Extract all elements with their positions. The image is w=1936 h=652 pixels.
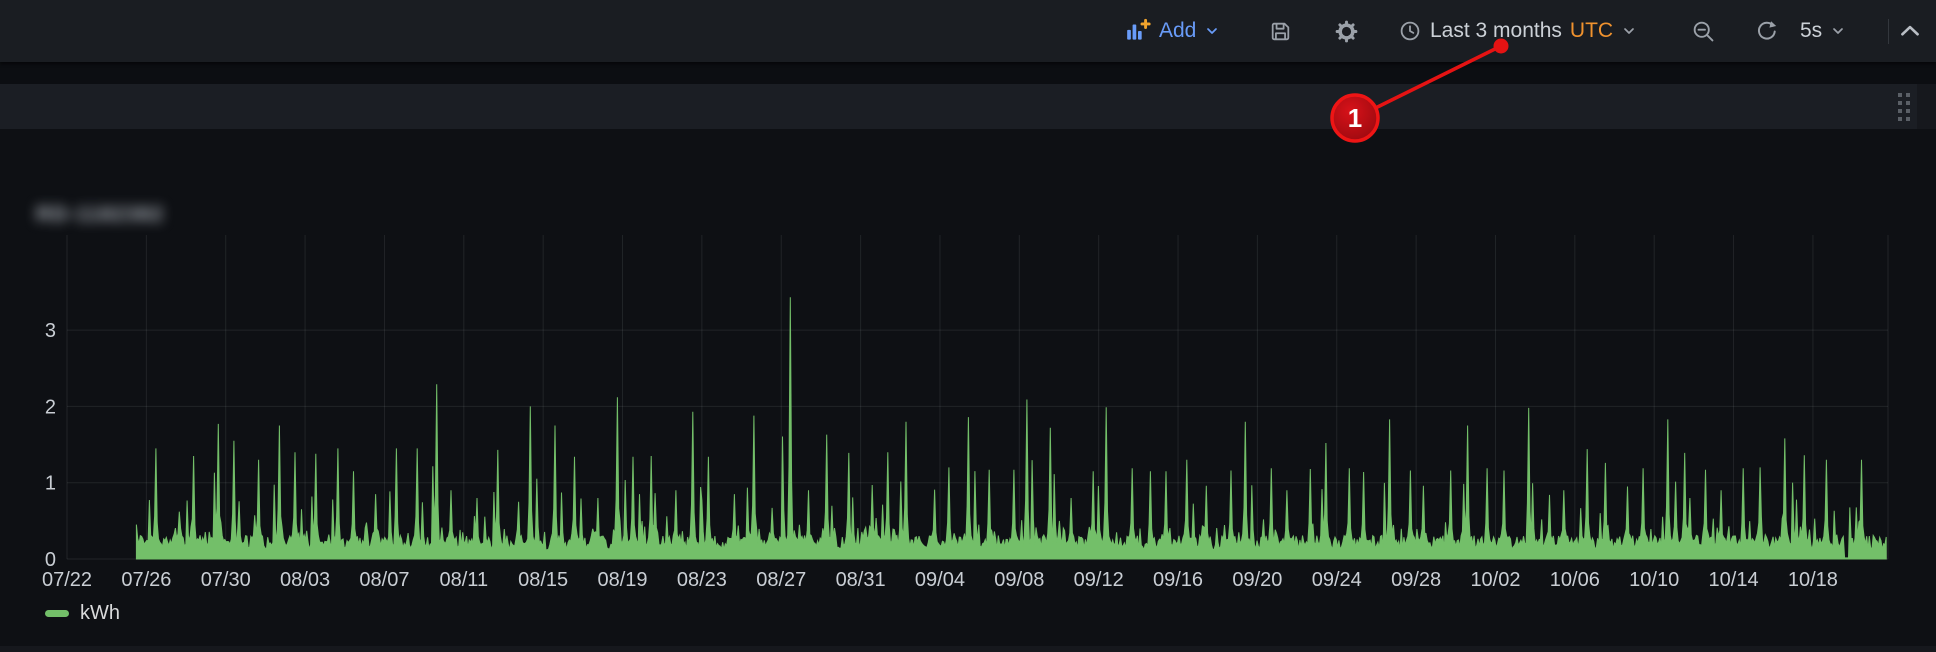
x-tick-label: 08/19 (597, 569, 647, 591)
y-tick-label: 1 (45, 473, 56, 495)
x-tick-label: 08/03 (280, 569, 330, 591)
x-tick-label: 08/15 (518, 569, 568, 591)
x-tick-label: 10/02 (1470, 569, 1520, 591)
x-tick-label: 08/07 (359, 569, 409, 591)
x-tick-label: 10/10 (1629, 569, 1679, 591)
x-tick-label: 07/26 (121, 569, 171, 591)
series-color-swatch-icon (45, 610, 69, 617)
x-tick-label: 07/22 (42, 569, 92, 591)
x-tick-label: 08/11 (440, 569, 489, 591)
x-tick-label: 08/27 (756, 569, 806, 591)
y-tick-label: 2 (45, 396, 56, 418)
x-tick-label: 09/08 (994, 569, 1044, 591)
legend-item-kwh[interactable]: kWh (45, 602, 120, 625)
x-tick-label: 07/30 (201, 569, 251, 591)
x-tick-label: 09/20 (1232, 569, 1282, 591)
x-tick-label: 09/24 (1312, 569, 1362, 591)
x-tick-label: 08/23 (677, 569, 727, 591)
energy-usage-chart[interactable]: 0 1 2 3 07/22 07/26 07/30 08/03 08/07 08/11 08/15 0… (0, 0, 1936, 652)
legend-label: kWh (80, 602, 120, 625)
x-tick-label: 09/12 (1074, 569, 1124, 591)
y-tick-label: 0 (45, 549, 56, 571)
y-tick-label: 3 (45, 320, 56, 342)
x-tick-label: 10/06 (1550, 569, 1600, 591)
x-tick-label: 09/28 (1391, 569, 1441, 591)
x-tick-label: 08/31 (836, 569, 886, 591)
x-tick-label: 09/04 (915, 569, 965, 591)
kwh-area-series (136, 297, 1886, 559)
grafana-dashboard: Add (0, 0, 1936, 652)
x-tick-label: 09/16 (1153, 569, 1203, 591)
x-tick-label: 10/14 (1709, 569, 1759, 591)
x-tick-label: 10/18 (1788, 569, 1838, 591)
